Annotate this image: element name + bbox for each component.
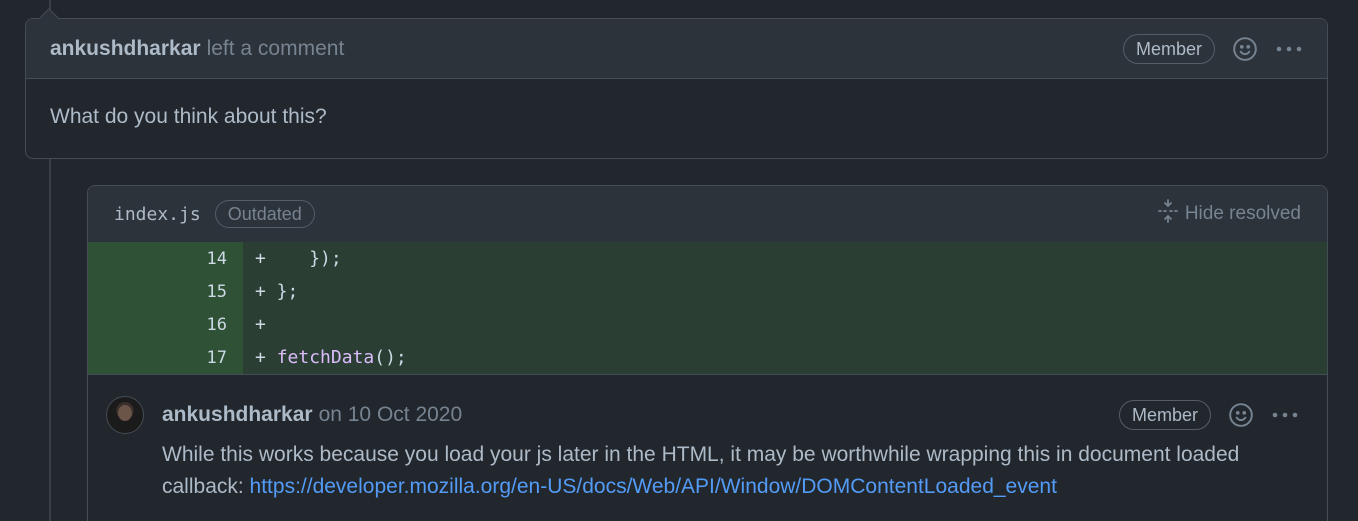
comment-action: left a comment <box>206 36 345 60</box>
comment-card: ankushdharkar left a comment Member What… <box>25 8 1328 159</box>
comment-caret <box>39 8 59 28</box>
line-number[interactable]: 16 <box>88 308 243 341</box>
outdated-badge: Outdated <box>214 200 315 228</box>
reply-link[interactable]: https://developer.mozilla.org/en-US/docs… <box>250 475 1057 498</box>
line-number[interactable]: 15 <box>88 275 243 308</box>
file-header: index.js Outdated Hide resolved <box>88 186 1327 242</box>
line-number[interactable]: 14 <box>88 242 243 275</box>
fold-icon <box>1157 199 1179 229</box>
reply-date[interactable]: on 10 Oct 2020 <box>319 403 463 427</box>
kebab-menu-icon[interactable] <box>1271 401 1299 429</box>
diff-row: 14 + }); <box>88 242 1327 275</box>
comment-header: ankushdharkar left a comment Member <box>26 8 1327 79</box>
reply-header: ankushdharkar on 10 Oct 2020 Member <box>106 395 1309 435</box>
review-reply: ankushdharkar on 10 Oct 2020 Member Whil… <box>88 374 1327 503</box>
avatar[interactable] <box>106 396 144 434</box>
member-badge: Member <box>1118 400 1211 430</box>
smiley-icon[interactable] <box>1227 401 1255 429</box>
diff-row: 17 + fetchData(); <box>88 341 1327 374</box>
smiley-icon[interactable] <box>1231 35 1259 63</box>
comment-body: What do you think about this? <box>50 105 327 128</box>
kebab-menu-icon[interactable] <box>1275 35 1303 63</box>
review-thread: index.js Outdated Hide resolved 14 + });… <box>87 185 1328 521</box>
diff-row: 15 + }; <box>88 275 1327 308</box>
reply-author[interactable]: ankushdharkar <box>162 403 313 427</box>
member-badge: Member <box>1122 33 1215 64</box>
code-line: + fetchData(); <box>255 347 407 368</box>
line-number[interactable]: 17 <box>88 341 243 374</box>
code-line: + }); <box>255 248 342 269</box>
hide-resolved-button[interactable]: Hide resolved <box>1157 199 1301 229</box>
reply-body: While this works because you load your j… <box>106 439 1309 503</box>
code-line: + <box>255 314 266 335</box>
file-name[interactable]: index.js <box>114 204 201 225</box>
code-line: + }; <box>255 281 299 302</box>
comment-author[interactable]: ankushdharkar <box>50 37 201 61</box>
diff-row: 16 + <box>88 308 1327 341</box>
diff-view: 14 + }); 15 + }; 16 + 17 + fetchData(); <box>88 242 1327 374</box>
hide-resolved-label: Hide resolved <box>1184 203 1301 224</box>
